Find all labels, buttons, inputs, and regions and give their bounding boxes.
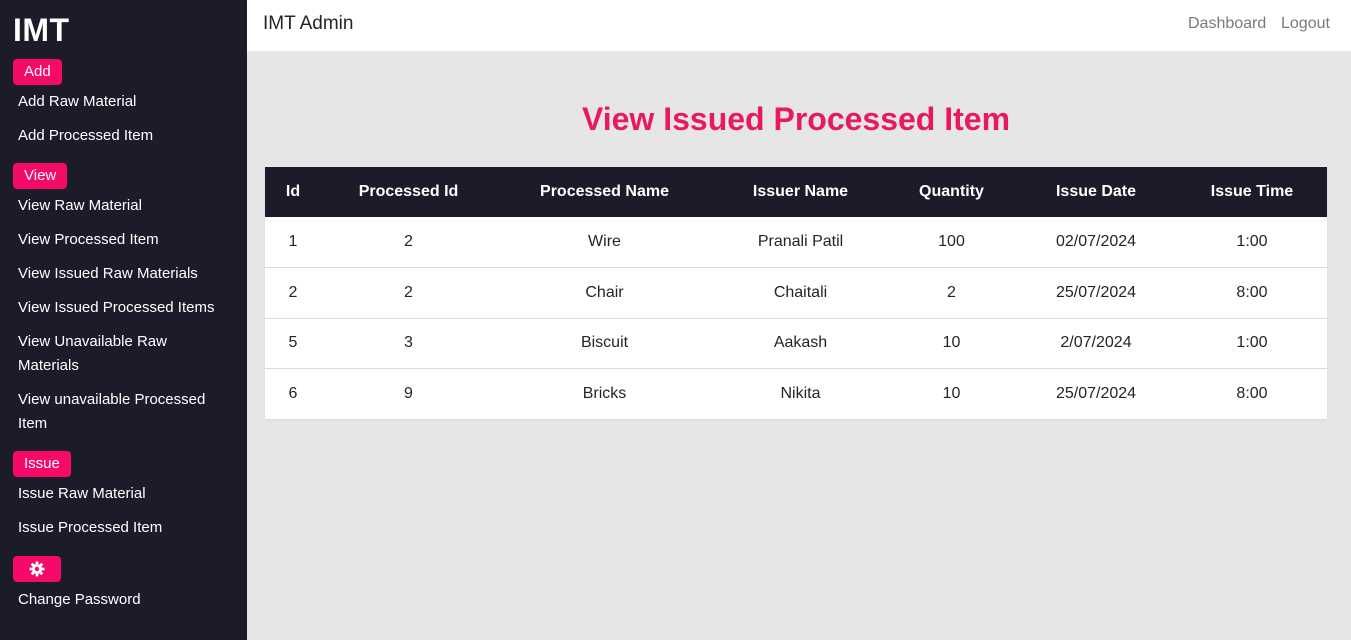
sidebar-item-issue-raw-material[interactable]: Issue Raw Material — [18, 482, 146, 506]
sidebar-item-view-processed-item[interactable]: View Processed Item — [18, 228, 159, 252]
sidebar-item-view-unavailable-processed-item[interactable]: View unavailable Processed Item — [18, 388, 233, 436]
cell-issuer-name: Nikita — [780, 385, 821, 402]
cell-id: 5 — [288, 334, 298, 352]
sidebar-item-change-password[interactable]: Change Password — [18, 588, 141, 612]
column-header-id: Id — [285, 183, 301, 200]
column-header-processed-name: Processed Name — [540, 183, 669, 200]
issue-section-badge: Issue — [13, 451, 71, 477]
sidebar-item-add-processed-item[interactable]: Add Processed Item — [18, 124, 153, 148]
page-title: View Issued Processed Item — [581, 101, 1011, 137]
cell-quantity: 2 — [947, 283, 956, 301]
cell-issuer-name: Chaitali — [773, 283, 828, 301]
table-row: 5 3 Biscuit Aakash 10 2/07/2024 1:00 — [265, 318, 1327, 369]
cell-quantity: 10 — [942, 334, 961, 352]
cell-processed-name: Wire — [588, 233, 621, 250]
cell-issue-time: 1:00 — [1236, 233, 1268, 250]
table-row: 2 2 Chair Chaitali 2 25/07/2024 8:00 — [265, 267, 1327, 319]
cell-id: 1 — [288, 233, 298, 250]
cell-quantity: 10 — [942, 385, 961, 402]
settings-badge — [13, 556, 61, 582]
cell-processed-id: 9 — [404, 385, 413, 402]
cell-issue-date: 02/07/2024 — [1055, 233, 1137, 250]
column-header-issue-date: Issue Date — [1055, 183, 1137, 200]
table-row: 6 9 Bricks Nikita 10 25/07/2024 8:00 — [265, 368, 1327, 420]
cell-issue-date: 25/07/2024 — [1055, 283, 1137, 301]
cell-id: 2 — [288, 283, 298, 301]
add-section-badge: Add — [13, 59, 62, 85]
cell-issue-time: 8:00 — [1236, 283, 1268, 301]
cell-issue-time: 1:00 — [1236, 334, 1268, 352]
column-header-issue-time: Issue Time — [1210, 183, 1294, 200]
cell-issue-date: 2/07/2024 — [1060, 334, 1132, 352]
logout-link[interactable]: Logout — [1281, 15, 1330, 33]
brand-logo[interactable]: IMT — [13, 12, 70, 49]
sidebar: IMT Add Add Raw Material Add Processed I… — [0, 0, 247, 640]
cell-issuer-name: Pranali Patil — [757, 233, 844, 250]
cell-processed-id: 2 — [404, 233, 413, 250]
cell-processed-name: Biscuit — [580, 334, 629, 352]
cell-id: 6 — [288, 385, 298, 402]
cell-processed-name: Chair — [585, 283, 624, 301]
sidebar-item-issue-processed-item[interactable]: Issue Processed Item — [18, 516, 162, 540]
column-header-processed-id: Processed Id — [358, 183, 459, 200]
cell-issue-date: 25/07/2024 — [1055, 385, 1137, 402]
sidebar-item-view-raw-material[interactable]: View Raw Material — [18, 194, 142, 218]
dashboard-link[interactable]: Dashboard — [1188, 15, 1266, 33]
gear-icon — [29, 561, 45, 577]
cell-processed-id: 2 — [404, 283, 413, 301]
top-navbar: IMT Admin Dashboard Logout — [247, 0, 1351, 51]
table-header-row: Id Processed Id Processed Name Issuer Na… — [265, 167, 1327, 217]
cell-issuer-name: Aakash — [773, 334, 828, 352]
cell-processed-name: Bricks — [582, 385, 627, 402]
column-header-issuer-name: Issuer Name — [752, 183, 849, 200]
view-section-badge: View — [13, 163, 68, 189]
cell-processed-id: 3 — [404, 334, 413, 352]
sidebar-item-view-unavailable-raw-materials[interactable]: View Unavailable Raw Materials — [18, 330, 218, 378]
table-row: 1 2 Wire Pranali Patil 100 02/07/2024 1:… — [265, 217, 1327, 268]
issued-items-table: Id Processed Id Processed Name Issuer Na… — [265, 167, 1327, 419]
cell-issue-time: 8:00 — [1236, 385, 1268, 402]
column-header-quantity: Quantity — [919, 183, 984, 200]
sidebar-item-view-issued-processed-items[interactable]: View Issued Processed Items — [18, 296, 214, 320]
cell-quantity: 100 — [938, 233, 965, 250]
sidebar-item-add-raw-material[interactable]: Add Raw Material — [18, 90, 136, 114]
sidebar-item-view-issued-raw-materials[interactable]: View Issued Raw Materials — [18, 262, 198, 286]
app-title[interactable]: IMT Admin — [263, 13, 353, 35]
